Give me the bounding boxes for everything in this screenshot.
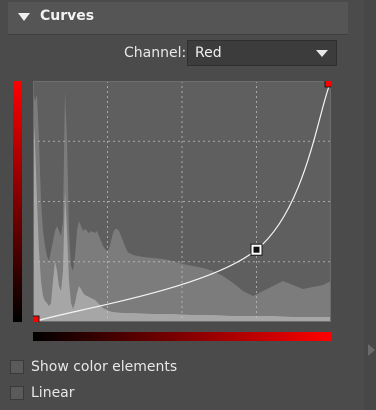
channel-dropdown[interactable]: Red [187,40,337,66]
section-title: Curves [40,8,95,24]
show-color-elements-label: Show color elements [31,359,178,375]
triangle-right-icon[interactable] [368,344,375,356]
curve-canvas[interactable] [26,74,338,329]
linear-label: Linear [31,385,75,401]
curve-editor[interactable] [26,74,338,329]
input-gradient-bar [33,332,331,341]
curve-endpoint-handle[interactable] [324,74,338,88]
channel-selected-value: Red [195,45,222,61]
curves-panel: Curves Channel: Red Show color elements … [0,0,376,410]
linear-checkbox[interactable] [10,386,24,400]
curve-endpoint-handle[interactable] [26,315,40,329]
curve-control-point-center [253,246,260,253]
output-gradient-bar [13,81,22,322]
curves-section-header[interactable]: Curves [8,2,348,35]
chevron-down-icon [316,50,328,57]
show-color-elements-checkbox[interactable] [10,360,24,374]
channel-label: Channel: [124,45,187,61]
collapse-triangle-icon[interactable] [18,13,30,21]
